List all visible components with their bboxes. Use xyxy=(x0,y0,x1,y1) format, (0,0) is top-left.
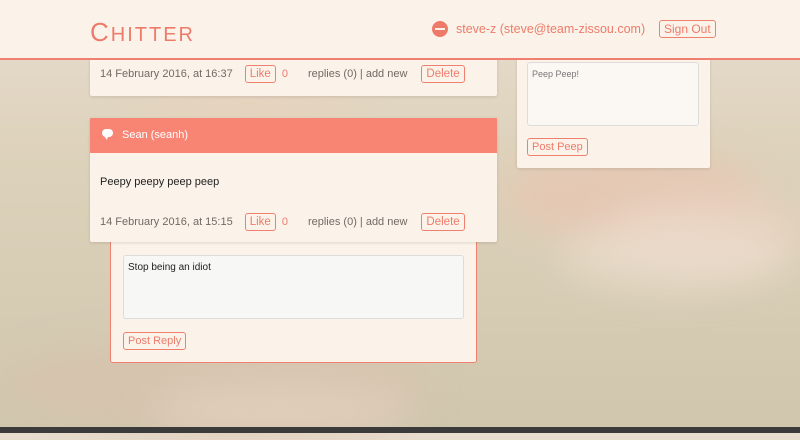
background-cloud xyxy=(560,220,790,290)
sign-out-button[interactable]: Sign Out xyxy=(659,20,716,38)
peep-text: Peepy peepy peep peep xyxy=(100,176,220,188)
chitter-logo[interactable]: CHITTER xyxy=(90,17,195,48)
peep-meta: 14 February 2016, at 15:15 Like 0 replie… xyxy=(100,213,465,231)
peep-author[interactable]: Sean (seanh) xyxy=(122,129,188,141)
new-peep-textarea[interactable]: Peep Peep! xyxy=(527,62,699,126)
speech-bubble-icon xyxy=(102,129,113,140)
like-button[interactable]: Like xyxy=(244,213,276,231)
post-peep-button[interactable]: Post Peep xyxy=(527,138,588,156)
post-reply-button[interactable]: Post Reply xyxy=(123,332,187,350)
bottom-bar xyxy=(0,427,800,433)
peep-date: 14 February 2016, at 15:15 xyxy=(100,216,233,228)
peep-header: Sean (seanh) xyxy=(90,118,497,153)
peep-meta: 14 February 2016, at 16:37 Like 0 replie… xyxy=(100,65,465,83)
replies-link[interactable]: replies (0) | add new xyxy=(308,216,407,228)
user-label: steve-z (steve@team-zissou.com) xyxy=(456,22,646,36)
like-button[interactable]: Like xyxy=(244,65,276,83)
peep-card: Sean (seanh) Peepy peepy peep peep 14 Fe… xyxy=(90,118,497,242)
delete-button[interactable]: Delete xyxy=(421,213,465,231)
reply-textarea[interactable]: Stop being an idiot xyxy=(123,255,464,319)
peep-date: 14 February 2016, at 16:37 xyxy=(100,68,233,80)
current-user: steve-z (steve@team-zissou.com) xyxy=(432,20,645,38)
user-avatar-icon xyxy=(432,21,448,37)
new-peep-form: Peep Peep! Post Peep xyxy=(517,55,710,168)
replies-link[interactable]: replies (0) | add new xyxy=(308,68,407,80)
reply-form: Stop being an idiot Post Reply xyxy=(110,228,477,363)
top-navbar: CHITTER steve-z (steve@team-zissou.com) … xyxy=(0,0,800,60)
like-count: 0 xyxy=(281,68,288,80)
like-count: 0 xyxy=(281,216,288,228)
delete-button[interactable]: Delete xyxy=(421,65,465,83)
